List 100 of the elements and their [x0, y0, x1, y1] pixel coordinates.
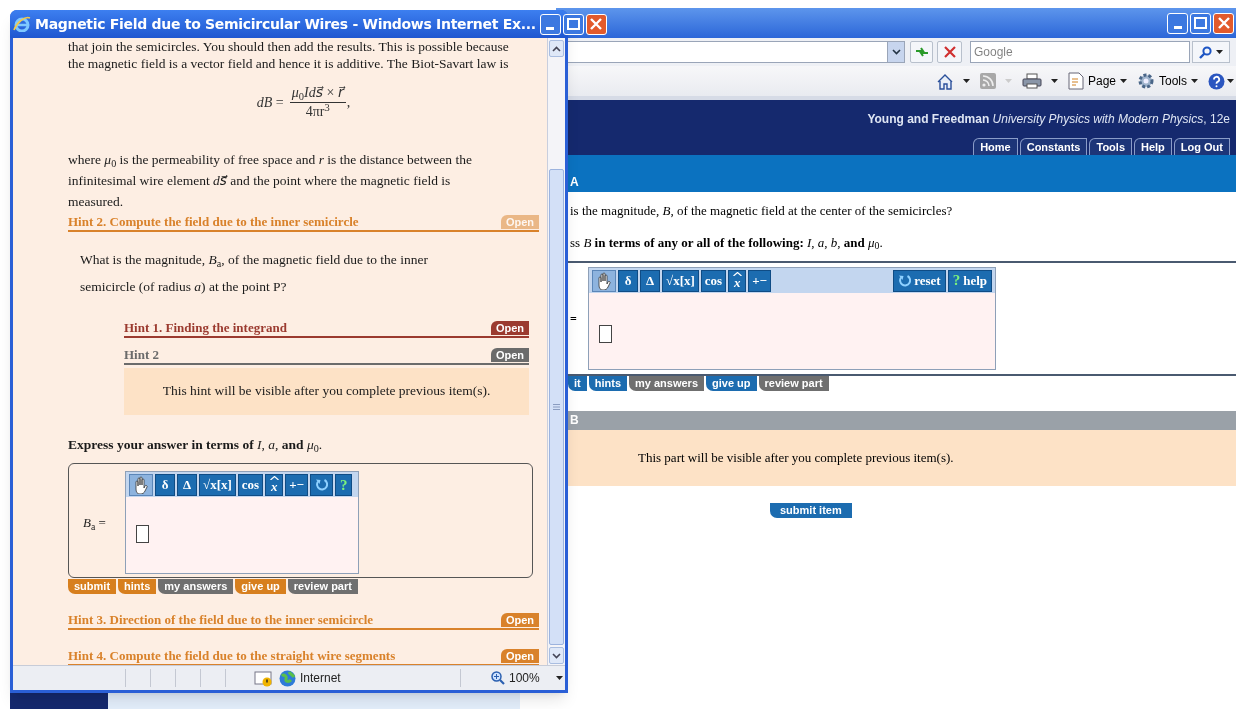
close-button[interactable]: [1213, 12, 1234, 34]
open-button[interactable]: Open: [490, 348, 529, 362]
paragraph: that join the semicircles. You should then add the results. This is possible because the magnetic field is a vector field and hence it is additive. The Biot-Savart law is: [68, 38, 510, 72]
scroll-down-button[interactable]: [549, 647, 564, 664]
globe-icon: [279, 669, 296, 687]
close-icon: [1217, 17, 1230, 29]
symbol-button[interactable]: cos: [237, 473, 264, 496]
reset-button[interactable]: reset: [893, 269, 946, 292]
hand-icon: [132, 475, 150, 495]
close-icon: [943, 46, 956, 58]
gear-icon: [1137, 72, 1155, 90]
submit-item-button[interactable]: submit item: [770, 503, 852, 518]
nav-tab[interactable]: Constants: [1019, 138, 1088, 155]
grip-icon: [553, 404, 560, 410]
answer-label: B$_{a}$ =: [83, 515, 106, 531]
symbol-button[interactable]: Δ: [640, 269, 660, 292]
open-button[interactable]: Open: [500, 613, 539, 628]
symbol-button[interactable]: +−: [748, 269, 771, 292]
reset-icon: [314, 478, 328, 492]
symbol-button[interactable]: Δ: [177, 473, 197, 496]
instruction-text: ss B in terms of any or all of the following: I, a, b, and μ$_{0}$.: [569, 233, 884, 252]
part-letter: B: [569, 412, 579, 429]
equation: dB = μ$_{0}$Ids⃗ × r⃗ 4πr$^{3}$ ,: [255, 84, 352, 121]
zoom-button[interactable]: 100%: [460, 669, 540, 687]
stop-button[interactable]: [937, 41, 962, 63]
search-button[interactable]: [1192, 41, 1230, 63]
reset-icon: [898, 274, 912, 287]
action-button[interactable]: hints: [588, 376, 627, 391]
course-title: Young and Freedman University Physics with Modern Physics, 12e: [867, 111, 1230, 128]
hat-icon: [269, 476, 279, 481]
maximize-icon: [566, 18, 580, 30]
caret-icon: [1191, 79, 1198, 83]
locked-message: This part will be visible after you complete previous item(s).: [638, 449, 954, 468]
caret-icon: [555, 676, 563, 680]
maximize-button[interactable]: [562, 13, 584, 35]
help-button[interactable]: ? help: [947, 269, 992, 292]
nav-tab[interactable]: Help: [1134, 138, 1172, 155]
instruction-text: Express your answer in terms of I, a, and μ$_{0}$.: [68, 436, 324, 456]
help-button[interactable]: ?: [334, 473, 353, 496]
vector-button[interactable]: x: [728, 269, 747, 292]
scroll-up-button[interactable]: [549, 40, 564, 57]
locked-message: This hint will be visible after you complete previous item(s).: [162, 382, 491, 401]
maximize-icon: [1194, 17, 1207, 29]
help-icon: [1208, 72, 1225, 90]
minimize-button[interactable]: [539, 13, 561, 35]
caret-icon: [1004, 79, 1012, 83]
symbol-button[interactable]: √x[x]: [662, 269, 699, 292]
vector-button[interactable]: x: [265, 473, 284, 496]
symbol-button[interactable]: cos: [700, 269, 727, 292]
chevron-down-icon: [552, 652, 561, 659]
action-button[interactable]: it: [568, 376, 587, 391]
action-button[interactable]: submit: [68, 579, 117, 595]
input-box[interactable]: [136, 525, 149, 544]
symbol-button[interactable]: √x[x]: [199, 473, 236, 496]
window-title: Magnetic Field due to Semicircular Wires - Windows Internet Ex...: [35, 14, 536, 34]
nav-tab[interactable]: Tools: [1089, 138, 1132, 155]
reset-button[interactable]: [309, 473, 333, 496]
action-button[interactable]: hints: [118, 579, 157, 595]
maximize-button[interactable]: [1190, 12, 1211, 34]
open-button[interactable]: Open: [490, 321, 529, 335]
page-icon: [1067, 72, 1084, 90]
scrollbar[interactable]: [547, 38, 565, 665]
printer-icon: [1021, 73, 1042, 89]
refresh-icon: [913, 45, 930, 59]
dropdown-button[interactable]: [887, 42, 904, 62]
help-menu[interactable]: [1208, 72, 1234, 90]
open-button[interactable]: Open: [500, 649, 539, 664]
minimize-button[interactable]: [1167, 12, 1188, 34]
page-menu[interactable]: Page: [1067, 72, 1127, 90]
caret-icon: [1216, 50, 1223, 54]
nav-tab[interactable]: Home: [973, 138, 1018, 155]
minimize-icon: [546, 26, 555, 30]
hand-icon: [595, 271, 613, 290]
caret-icon: [1120, 79, 1127, 83]
print-button[interactable]: [1021, 73, 1058, 89]
equals-sign: =: [569, 310, 578, 328]
symbol-button[interactable]: +−: [285, 473, 308, 496]
hand-tool-button[interactable]: [129, 473, 153, 496]
part-letter: A: [569, 174, 579, 191]
hat-icon: [732, 272, 742, 276]
action-button[interactable]: give up: [235, 579, 286, 595]
hand-tool-button[interactable]: [592, 269, 616, 292]
symbol-button[interactable]: δ: [155, 473, 175, 496]
minimize-icon: [1173, 25, 1182, 29]
nav-tab[interactable]: Log Out: [1173, 138, 1230, 155]
symbol-button[interactable]: δ: [618, 269, 638, 292]
hint-title[interactable]: Hint 1. Finding the integrand: [124, 320, 287, 336]
hint-title[interactable]: Hint 2: [124, 347, 160, 363]
paragraph: where μ$_{0}$ is the permeability of free space and r is the distance between the infinitesimal wire element ds⃗ and the point where the magnetic field is measured.: [68, 151, 473, 211]
question-text: is the magnitude, B, of the magnetic field at the center of the semicircles?: [569, 202, 954, 220]
home-button[interactable]: [935, 72, 970, 90]
refresh-button[interactable]: [910, 41, 933, 63]
caret-icon: [962, 79, 970, 83]
hint-question: What is the magnitude, B$_{a}$, of the magnetic field due to the inner semicircle (of radius a) at the point P?: [80, 251, 429, 296]
tools-menu[interactable]: Tools: [1137, 72, 1198, 90]
action-button[interactable]: give up: [706, 376, 757, 391]
feed-icon: [979, 73, 996, 89]
input-box[interactable]: [599, 325, 612, 343]
scroll-thumb[interactable]: [549, 169, 564, 645]
search-field[interactable]: Google: [970, 41, 1190, 63]
